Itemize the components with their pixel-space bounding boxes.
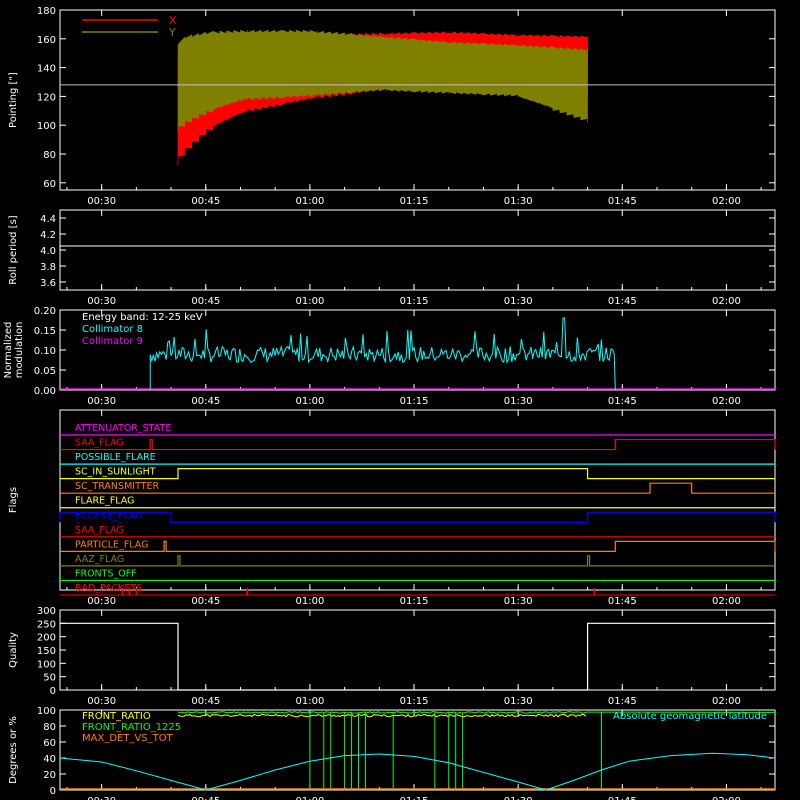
y-tick-label: 100: [37, 706, 56, 717]
y-tick-label: 250: [37, 619, 56, 630]
flag-label: PARTICLE_FLAG: [75, 539, 148, 550]
y-tick-label: 40: [43, 754, 56, 765]
y-axis-label: Roll period [s]: [8, 215, 19, 284]
y-axis-label: Degrees or %: [8, 716, 19, 784]
flag-label: SC_TRANSMITTER: [75, 481, 160, 492]
time-tick-label: 00:45: [191, 596, 220, 607]
time-tick-label: 01:00: [295, 396, 324, 407]
y-tick-label: 20: [43, 770, 56, 781]
time-tick-label: 01:45: [608, 396, 637, 407]
time-tick-label: 01:30: [504, 396, 533, 407]
flag-label: ATTENUATOR_STATE: [75, 423, 171, 434]
y-tick-label: 100: [37, 659, 56, 670]
flag-label: SC_IN_SUNLIGHT: [75, 467, 156, 478]
time-tick-label: 01:45: [608, 696, 637, 707]
time-tick-label: 00:30: [87, 396, 116, 407]
time-tick-label: 01:45: [608, 596, 637, 607]
time-tick-label: 02:00: [712, 796, 741, 800]
y-tick-label: 4.0: [40, 246, 56, 257]
time-tick-label: 02:00: [712, 596, 741, 607]
time-tick-label: 01:30: [504, 196, 533, 207]
time-tick-label: 00:30: [87, 796, 116, 800]
y-tick-label: 4.4: [40, 214, 56, 225]
time-tick-label: 02:00: [712, 696, 741, 707]
y-tick-label: 120: [37, 92, 56, 103]
legend-label: FRONT_RATIO: [82, 711, 151, 722]
time-tick-label: 01:45: [608, 796, 637, 800]
y-axis-label: Normalized: [3, 322, 14, 379]
y-tick-label: 80: [43, 150, 56, 161]
time-tick-label: 02:00: [712, 296, 741, 307]
time-tick-label: 00:30: [87, 296, 116, 307]
flag-label: AAZ_FLAG: [75, 554, 124, 565]
time-tick-label: 00:30: [87, 596, 116, 607]
time-tick-label: 01:15: [400, 196, 429, 207]
time-tick-label: 01:00: [295, 296, 324, 307]
y-tick-label: 3.6: [40, 278, 56, 289]
flag-label: POSSIBLE_FLARE: [75, 452, 156, 463]
y-tick-label: 0.05: [34, 366, 56, 377]
legend-label: FRONT_RATIO_1225: [82, 722, 181, 733]
legend-label: Energy band: 12-25 keV: [82, 312, 203, 323]
y-tick-label: 300: [37, 606, 56, 617]
y-tick-label: 150: [37, 646, 56, 657]
time-tick-label: 01:45: [608, 196, 637, 207]
time-tick-label: 01:30: [504, 596, 533, 607]
y-tick-label: 0: [50, 686, 56, 697]
y-tick-label: 80: [43, 722, 56, 733]
legend-label: Collimator 8: [82, 324, 143, 335]
time-tick-label: 00:30: [87, 696, 116, 707]
y-axis-label: Pointing ["]: [8, 72, 19, 128]
y-tick-label: 60: [43, 179, 56, 190]
time-tick-label: 01:30: [504, 296, 533, 307]
flag-label: SAA_FLAG: [75, 525, 124, 536]
y-tick-label: 180: [37, 6, 56, 17]
flag-label: SAA_FLAG: [75, 438, 124, 449]
time-tick-label: 01:30: [504, 696, 533, 707]
y-axis-label: Quality: [8, 632, 19, 668]
y-tick-label: 0.20: [34, 306, 56, 317]
y-tick-label: 100: [37, 121, 56, 132]
y-tick-label: 200: [37, 633, 56, 644]
y-tick-label: 50: [43, 673, 56, 684]
legend-label: Collimator 9: [82, 336, 143, 347]
time-tick-label: 00:30: [87, 196, 116, 207]
time-tick-label: 00:45: [191, 696, 220, 707]
y-tick-label: 0: [50, 786, 56, 797]
y-tick-label: 3.8: [40, 262, 56, 273]
y-axis-label: modulation: [14, 322, 25, 379]
y-tick-label: 60: [43, 738, 56, 749]
y-tick-label: 4.2: [40, 230, 56, 241]
time-tick-label: 01:00: [295, 596, 324, 607]
y-tick-label: 0.00: [34, 386, 56, 397]
time-tick-label: 01:15: [400, 696, 429, 707]
time-tick-label: 00:45: [191, 796, 220, 800]
y-tick-label: 0.15: [34, 326, 56, 337]
legend-label: MAX_DET_VS_TOT: [82, 733, 174, 744]
time-tick-label: 01:00: [295, 196, 324, 207]
time-tick-label: 00:45: [191, 396, 220, 407]
time-tick-label: 01:45: [608, 296, 637, 307]
time-tick-label: 01:30: [504, 796, 533, 800]
y-axis-label: Flags: [8, 487, 19, 513]
time-tick-label: 00:45: [191, 296, 220, 307]
flag-label: BAD_PACKETS: [75, 583, 142, 594]
y-tick-label: 160: [37, 35, 56, 46]
time-tick-label: 00:45: [191, 196, 220, 207]
flag-label: FRONTS_OFF: [75, 568, 137, 579]
time-tick-label: 01:00: [295, 796, 324, 800]
time-tick-label: 01:00: [295, 696, 324, 707]
time-tick-label: 01:15: [400, 396, 429, 407]
y-tick-label: 0.10: [34, 346, 56, 357]
time-tick-label: 01:15: [400, 296, 429, 307]
time-tick-label: 02:00: [712, 396, 741, 407]
rhessi-summary-chart: 00:30 00:45 01:00 01:15 01:30 01:45 02:00 Point…: [0, 0, 800, 800]
time-tick-label: 01:15: [400, 796, 429, 800]
legend-label: Y: [168, 26, 176, 39]
annotation-label: Absolute geomagnetic latitude: [613, 711, 767, 722]
time-tick-label: 01:15: [400, 596, 429, 607]
time-tick-label: 02:00: [712, 196, 741, 207]
flag-label: FLARE_FLAG: [75, 496, 135, 507]
y-tick-label: 140: [37, 64, 56, 75]
